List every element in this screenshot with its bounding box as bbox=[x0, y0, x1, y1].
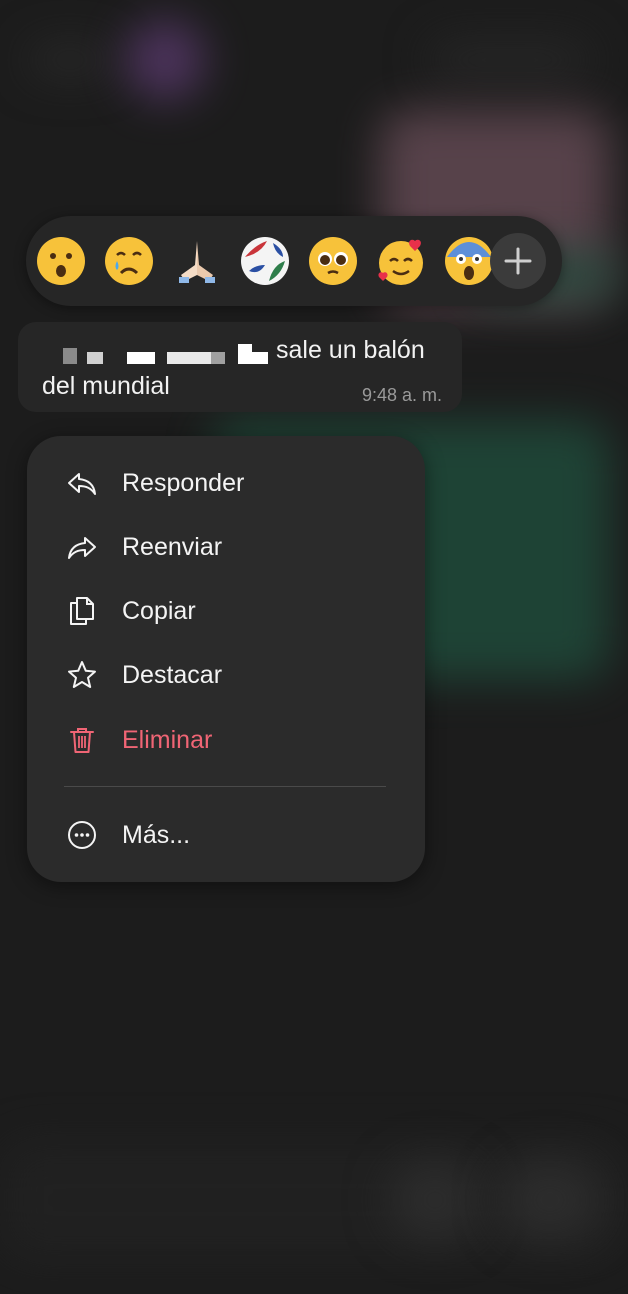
star-menu-item[interactable]: Destacar bbox=[27, 645, 425, 705]
folded-hands-icon[interactable] bbox=[167, 231, 227, 291]
star-label: Destacar bbox=[122, 660, 223, 689]
blurred-avatar bbox=[125, 20, 205, 100]
delete-menu-item[interactable]: Eliminar bbox=[27, 710, 425, 770]
plus-icon bbox=[504, 247, 532, 275]
forward-menu-item[interactable]: Reenviar bbox=[27, 517, 425, 577]
soccer-ball-icon[interactable] bbox=[235, 231, 295, 291]
blurred-header-icons bbox=[430, 40, 590, 80]
more-icon bbox=[65, 818, 99, 852]
more-menu-item[interactable]: Más... bbox=[27, 805, 425, 865]
pleading-face-icon[interactable] bbox=[303, 231, 363, 291]
blurred-header bbox=[30, 45, 110, 75]
forward-label: Reenviar bbox=[122, 532, 223, 561]
reaction-bar bbox=[26, 216, 562, 306]
selected-message-bubble: sale un balón del mundial 9:48 a. m. bbox=[18, 322, 462, 412]
trash-icon bbox=[65, 723, 99, 757]
message-action-menu: Responder Reenviar Copiar Destacar Elimi… bbox=[27, 436, 425, 882]
message-text-line-1: sale un balón bbox=[276, 336, 425, 364]
blurred-input-icon bbox=[500, 1160, 600, 1240]
reply-menu-item[interactable]: Responder bbox=[27, 453, 425, 513]
copy-menu-item[interactable]: Copiar bbox=[27, 581, 425, 641]
redacted-text bbox=[63, 344, 293, 364]
add-reaction-button[interactable] bbox=[490, 233, 546, 289]
menu-divider bbox=[64, 786, 386, 787]
copy-label: Copiar bbox=[122, 596, 196, 625]
more-label: Más... bbox=[122, 820, 191, 849]
blurred-input-icon bbox=[390, 1160, 480, 1240]
delete-label: Eliminar bbox=[122, 725, 213, 754]
forward-icon bbox=[65, 530, 99, 564]
message-text-line-2: del mundial bbox=[42, 372, 170, 400]
reply-label: Responder bbox=[122, 468, 245, 497]
smiling-face-with-hearts-icon[interactable] bbox=[371, 231, 431, 291]
message-timestamp: 9:48 a. m. bbox=[361, 385, 442, 405]
astonished-face-icon[interactable] bbox=[31, 231, 91, 291]
copy-icon bbox=[65, 594, 99, 628]
reply-icon bbox=[65, 466, 99, 500]
crying-face-icon[interactable] bbox=[99, 231, 159, 291]
star-icon bbox=[65, 658, 99, 692]
